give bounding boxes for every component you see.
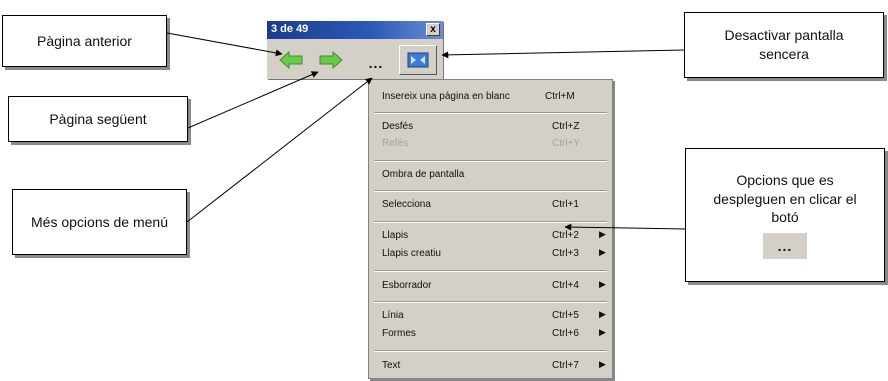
callout-next-page-text: Pàgina següent — [49, 110, 147, 127]
more-options-button[interactable]: ... — [360, 45, 392, 75]
menu-separator — [374, 160, 607, 162]
toolbar-titlebar[interactable]: 3 de 49 x — [267, 21, 443, 39]
callout-next-page: Pàgina següent — [8, 96, 188, 142]
menu-item-label: Text — [382, 360, 401, 371]
callout-previous-page-text: Pàgina anterior — [37, 32, 132, 49]
next-page-button[interactable] — [315, 45, 347, 75]
callout-menu-options-text: Opcions que es despleguen en clicar el b… — [713, 171, 857, 226]
pointer-line-more-options — [186, 77, 373, 223]
menu-separator — [374, 221, 607, 223]
menu-item-shortcut: Ctrl+5 — [552, 310, 579, 321]
callout-more-options: Més opcions de menú — [12, 189, 187, 255]
page-navigation-toolbar: 3 de 49 x ... — [267, 21, 443, 79]
forward-arrow-icon — [319, 50, 343, 70]
menu-separator — [374, 301, 607, 303]
back-arrow-icon — [279, 50, 303, 70]
menu-item-label: Llapis — [382, 230, 409, 241]
menu-item-label: Insereix una pàgina en blanc — [382, 91, 510, 102]
submenu-arrow-icon: ▶ — [599, 229, 606, 239]
menu-separator — [374, 190, 607, 192]
menu-item-label: Ombra de pantalla — [382, 169, 465, 180]
menu-item-eraser[interactable]: Esborrador Ctrl+4 ▶ — [369, 278, 612, 294]
menu-item-pen[interactable]: Llapis Ctrl+2 ▶ — [369, 228, 612, 244]
menu-item-label: Refés — [382, 138, 409, 149]
menu-item-shortcut: Ctrl+3 — [552, 248, 579, 259]
menu-item-shortcut: Ctrl+Z — [552, 121, 580, 132]
submenu-arrow-icon: ▶ — [599, 327, 606, 337]
menu-item-undo[interactable]: Desfés Ctrl+Z — [369, 119, 612, 135]
pointer-line-next-page — [187, 71, 319, 129]
menu-item-label: Desfés — [382, 121, 414, 132]
menu-item-redo[interactable]: Refés Ctrl+Y — [369, 136, 612, 152]
fullscreen-toggle-button[interactable] — [399, 45, 437, 75]
previous-page-button[interactable] — [275, 45, 307, 75]
callout-previous-page: Pàgina anterior — [2, 15, 167, 67]
more-button-illustration: ... — [763, 233, 807, 260]
callout-menu-options: Opcions que es despleguen en clicar el b… — [685, 148, 885, 282]
menu-item-text[interactable]: Text Ctrl+7 ▶ — [369, 358, 612, 374]
menu-item-line[interactable]: Línia Ctrl+5 ▶ — [369, 308, 612, 324]
submenu-arrow-icon: ▶ — [599, 309, 606, 319]
menu-item-screen-shade[interactable]: Ombra de pantalla — [369, 167, 612, 183]
menu-item-shapes[interactable]: Formes Ctrl+6 ▶ — [369, 326, 612, 342]
menu-item-label: Formes — [382, 328, 416, 339]
menu-item-shortcut: Ctrl+2 — [552, 230, 579, 241]
options-dropdown-menu: Insereix una pàgina en blanc Ctrl+M Desf… — [368, 79, 613, 379]
menu-item-shortcut: Ctrl+1 — [552, 199, 579, 210]
menu-item-shortcut: Ctrl+4 — [552, 280, 579, 291]
menu-item-shortcut: Ctrl+M — [545, 91, 575, 102]
menu-separator — [374, 112, 607, 114]
pointer-line-previous-page — [166, 32, 283, 57]
callout-fullscreen-off-text: Desactivar pantalla sencera — [724, 27, 844, 62]
submenu-arrow-icon: ▶ — [599, 247, 606, 257]
pointer-line-fullscreen — [441, 49, 685, 59]
submenu-arrow-icon: ▶ — [599, 279, 606, 289]
menu-item-label: Línia — [382, 310, 404, 321]
menu-item-shortcut: Ctrl+7 — [552, 360, 579, 371]
menu-item-shortcut: Ctrl+Y — [552, 138, 581, 149]
menu-item-creative-pen[interactable]: Llapis creatiu Ctrl+3 ▶ — [369, 246, 612, 262]
fullscreen-icon — [407, 52, 429, 68]
menu-item-label: Esborrador — [382, 280, 432, 291]
callout-more-options-text: Més opcions de menú — [31, 213, 168, 230]
menu-separator — [374, 350, 607, 352]
submenu-arrow-icon: ▶ — [599, 359, 606, 369]
menu-item-insert-blank-page[interactable]: Insereix una pàgina en blanc Ctrl+M — [369, 89, 612, 105]
page-counter: 3 de 49 — [271, 23, 309, 35]
callout-fullscreen-off: Desactivar pantalla sencera — [684, 12, 884, 78]
menu-item-label: Selecciona — [382, 199, 431, 210]
close-icon[interactable]: x — [426, 23, 440, 36]
menu-item-select[interactable]: Selecciona Ctrl+1 — [369, 197, 612, 213]
menu-separator — [374, 270, 607, 272]
menu-item-label: Llapis creatiu — [382, 248, 441, 259]
menu-item-shortcut: Ctrl+6 — [552, 328, 579, 339]
